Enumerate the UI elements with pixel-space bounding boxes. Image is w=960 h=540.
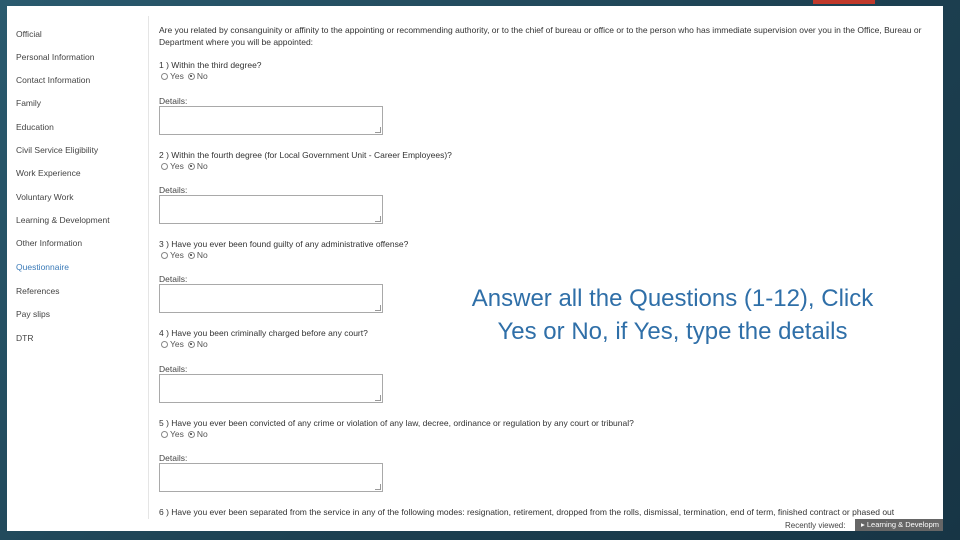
question-5-options: Yes No <box>161 429 208 439</box>
sidebar-item-dtr[interactable]: DTR <box>16 333 33 343</box>
sidebar-item-contact-information[interactable]: Contact Information <box>16 75 90 85</box>
radio-checked-icon <box>187 162 195 170</box>
no-label: No <box>196 339 208 349</box>
question-2-details-input[interactable] <box>159 195 383 224</box>
yes-label: Yes <box>170 339 184 349</box>
question-3-details-input[interactable] <box>159 284 383 313</box>
question-4-details-input[interactable] <box>159 374 383 403</box>
yes-label: Yes <box>170 429 184 439</box>
screenshot-window: Official Personal Information Contact In… <box>7 6 943 531</box>
instruction-line-1: Answer all the Questions (1-12), Click <box>471 285 874 312</box>
sidebar-divider <box>148 16 149 531</box>
radio-unchecked-icon <box>161 251 168 259</box>
question-2-details-label: Details: <box>159 185 188 195</box>
question-4-yes[interactable]: Yes <box>161 339 184 349</box>
question-3-details-label: Details: <box>159 274 188 284</box>
no-label: No <box>196 71 208 81</box>
radio-unchecked-icon <box>161 430 168 438</box>
sidebar-item-pay-slips[interactable]: Pay slips <box>16 309 50 319</box>
question-1-details-input[interactable] <box>159 106 383 135</box>
question-5-no[interactable]: No <box>187 429 208 439</box>
question-2-yes[interactable]: Yes <box>161 161 184 171</box>
question-3: 3 ) Have you ever been found guilty of a… <box>159 239 409 249</box>
radio-unchecked-icon <box>161 340 168 348</box>
question-2: 2 ) Within the fourth degree (for Local … <box>159 150 452 160</box>
instruction-overlay: Answer all the Questions (1-12), Click Y… <box>430 282 915 348</box>
yes-label: Yes <box>170 250 184 260</box>
sidebar-item-voluntary-work[interactable]: Voluntary Work <box>16 192 73 202</box>
question-2-options: Yes No <box>161 161 208 171</box>
sidebar-item-personal-information[interactable]: Personal Information <box>16 52 94 62</box>
yes-label: Yes <box>170 71 184 81</box>
radio-checked-icon <box>187 430 195 438</box>
radio-checked-icon <box>187 72 195 80</box>
instruction-line-2: Yes or No, if Yes, type the details <box>497 318 848 345</box>
radio-checked-icon <box>187 340 195 348</box>
sidebar-item-official[interactable]: Official <box>16 29 42 39</box>
recently-viewed-item[interactable]: ▸ Learning & Developm <box>855 519 943 531</box>
sidebar-item-references[interactable]: References <box>16 286 59 296</box>
question-4-options: Yes No <box>161 339 208 349</box>
questionnaire-form: Are you related by consanguinity or affi… <box>150 6 943 531</box>
no-label: No <box>196 429 208 439</box>
question-5-details-label: Details: <box>159 453 188 463</box>
sidebar-item-questionnaire[interactable]: Questionnaire <box>16 262 69 272</box>
no-label: No <box>196 161 208 171</box>
question-5-details-input[interactable] <box>159 463 383 492</box>
recently-viewed-label: Recently viewed: <box>785 521 846 530</box>
question-3-no[interactable]: No <box>187 250 208 260</box>
radio-unchecked-icon <box>161 72 168 80</box>
question-5-yes[interactable]: Yes <box>161 429 184 439</box>
sidebar-item-work-experience[interactable]: Work Experience <box>16 168 81 178</box>
radio-checked-icon <box>187 251 195 259</box>
recently-viewed-item-label: Learning & Developm <box>866 520 939 529</box>
question-2-no[interactable]: No <box>187 161 208 171</box>
question-3-yes[interactable]: Yes <box>161 250 184 260</box>
question-1: 1 ) Within the third degree? <box>159 60 262 70</box>
sidebar: Official Personal Information Contact In… <box>7 6 147 531</box>
question-4: 4 ) Have you been criminally charged bef… <box>159 328 368 338</box>
slide-accent-bar <box>813 0 875 4</box>
intro-question: Are you related by consanguinity or affi… <box>159 25 922 47</box>
question-6: 6 ) Have you ever been separated from th… <box>159 507 895 517</box>
sidebar-item-learning-development[interactable]: Learning & Development <box>16 215 110 225</box>
radio-unchecked-icon <box>161 162 168 170</box>
sidebar-item-family[interactable]: Family <box>16 98 41 108</box>
yes-label: Yes <box>170 161 184 171</box>
sidebar-item-other-information[interactable]: Other Information <box>16 238 82 248</box>
question-5: 5 ) Have you ever been convicted of any … <box>159 418 634 428</box>
question-3-options: Yes No <box>161 250 208 260</box>
question-4-details-label: Details: <box>159 364 188 374</box>
no-label: No <box>196 250 208 260</box>
question-4-no[interactable]: No <box>187 339 208 349</box>
question-1-details-label: Details: <box>159 96 188 106</box>
sidebar-item-education[interactable]: Education <box>16 122 54 132</box>
sidebar-item-civil-service-eligibility[interactable]: Civil Service Eligibility <box>16 145 98 155</box>
question-1-no[interactable]: No <box>187 71 208 81</box>
question-1-yes[interactable]: Yes <box>161 71 184 81</box>
question-1-options: Yes No <box>161 71 208 81</box>
